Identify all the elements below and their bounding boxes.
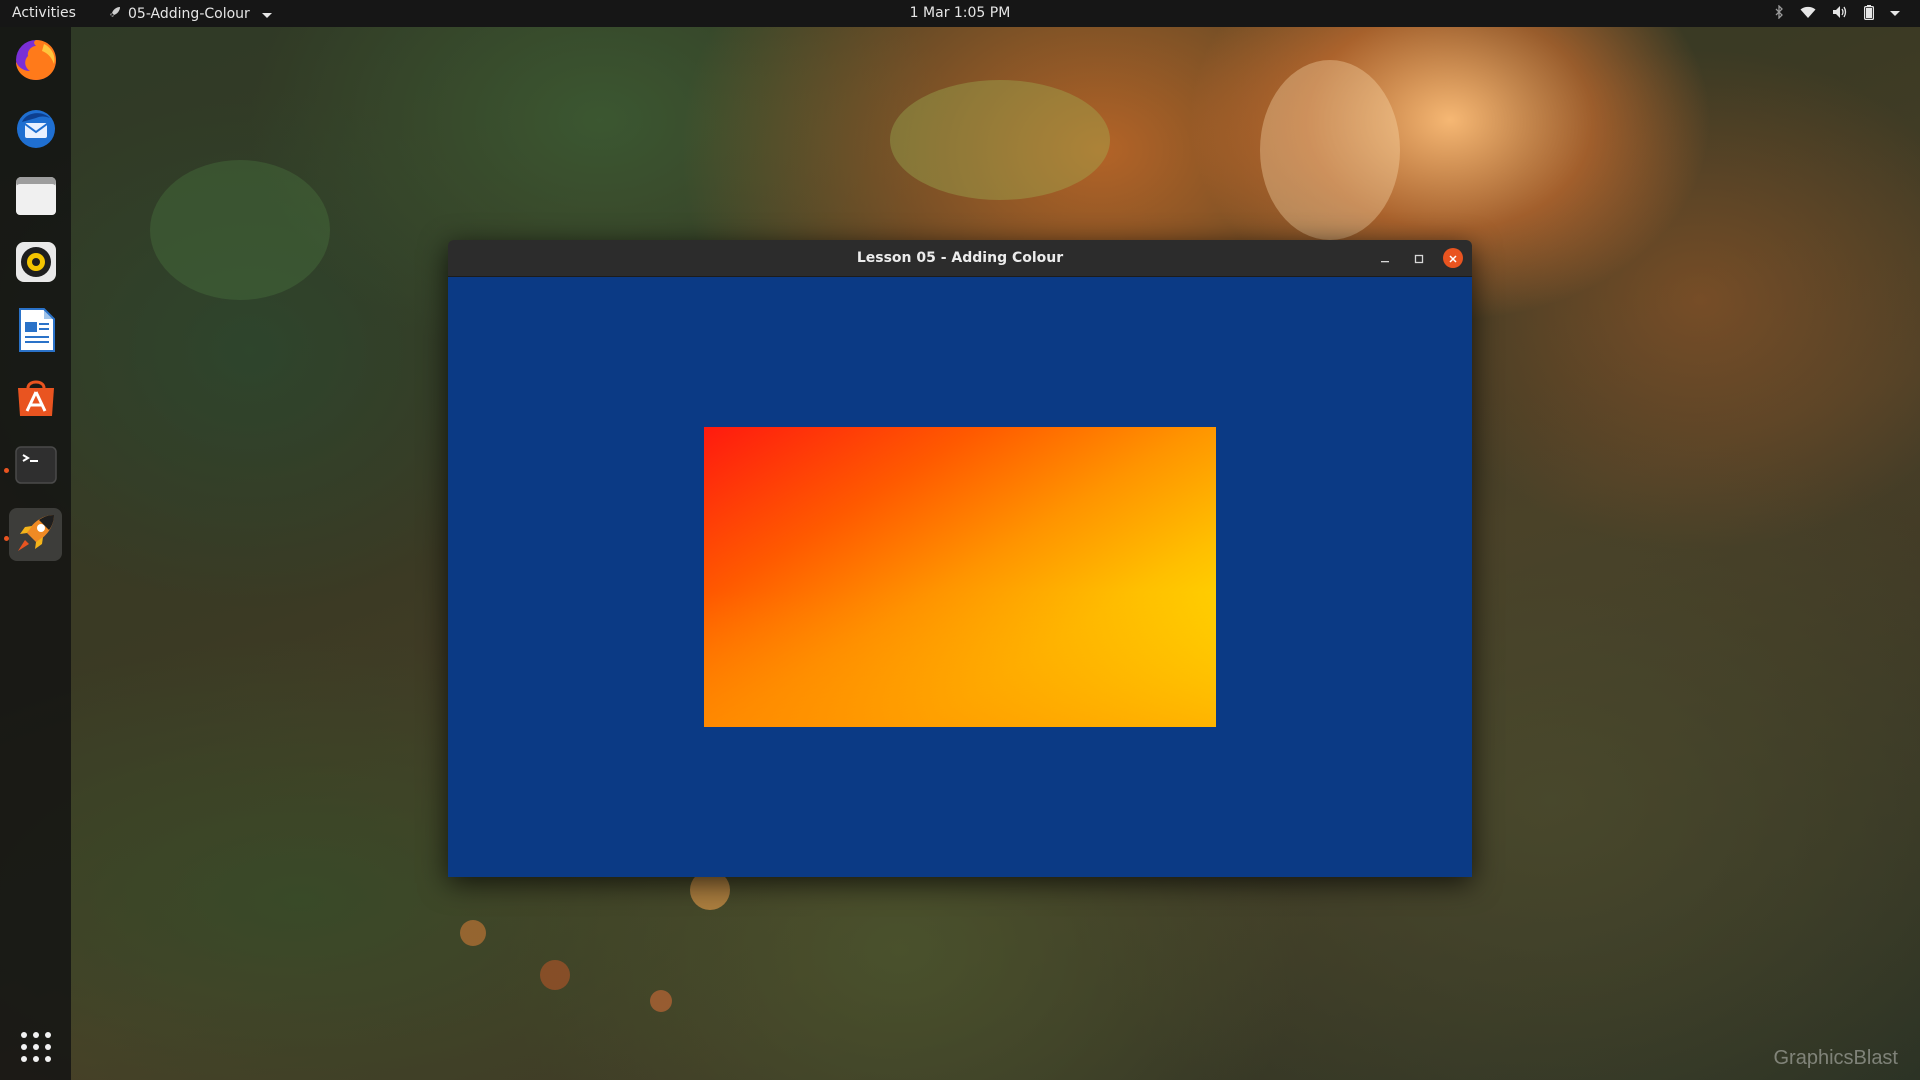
dock-item-thunderbird[interactable]: [9, 103, 62, 156]
system-tray[interactable]: [1774, 4, 1900, 20]
close-button[interactable]: [1443, 248, 1463, 268]
app-menu-label: 05-Adding-Colour: [128, 6, 250, 22]
wifi-icon[interactable]: [1800, 6, 1816, 19]
dock-item-terminal[interactable]: [9, 440, 62, 493]
clock[interactable]: 1 Mar 1:05 PM: [910, 5, 1011, 21]
window-title: Lesson 05 - Adding Colour: [856, 250, 1064, 266]
close-icon: [1448, 249, 1458, 268]
wallpaper-bokeh: [1260, 60, 1400, 240]
rhythmbox-icon: [13, 239, 59, 289]
minimize-button[interactable]: [1375, 248, 1395, 268]
system-menu-arrow-icon[interactable]: [1890, 4, 1900, 20]
files-icon: [13, 172, 59, 222]
rocket-icon: [12, 509, 60, 561]
show-applications-button[interactable]: [19, 1030, 53, 1064]
dock-item-rhythmbox[interactable]: [9, 237, 62, 290]
window-titlebar[interactable]: Lesson 05 - Adding Colour: [448, 240, 1472, 277]
wallpaper-bokeh: [150, 160, 330, 300]
dock-item-writer[interactable]: [9, 305, 62, 358]
wallpaper-bokeh: [460, 920, 486, 946]
rocket-icon: [108, 5, 122, 23]
thunderbird-icon: [12, 104, 60, 156]
wallpaper-bokeh: [540, 960, 570, 990]
colour-gradient-rectangle: [704, 427, 1216, 727]
app-window[interactable]: Lesson 05 - Adding Colour: [448, 240, 1472, 877]
minimize-icon: [1380, 249, 1390, 268]
firefox-icon: [12, 36, 60, 88]
activities-button[interactable]: Activities: [12, 5, 76, 21]
terminal-icon: [13, 442, 59, 492]
dock: [0, 27, 71, 1080]
wallpaper-bokeh: [890, 80, 1110, 200]
dock-item-adding-colour[interactable]: [9, 508, 62, 561]
battery-icon[interactable]: [1864, 4, 1874, 20]
dock-item-firefox[interactable]: [9, 35, 62, 88]
dock-item-files[interactable]: [9, 170, 62, 223]
app-menu[interactable]: 05-Adding-Colour: [108, 5, 272, 23]
dock-item-software[interactable]: [9, 372, 62, 425]
writer-icon: [14, 306, 58, 358]
wallpaper-bokeh: [650, 990, 672, 1012]
opengl-viewport[interactable]: [448, 277, 1472, 877]
watermark: GraphicsBlast: [1773, 1047, 1899, 1069]
software-icon: [13, 374, 59, 424]
bluetooth-icon[interactable]: [1774, 5, 1784, 19]
top-bar: Activities 05-Adding-Colour 1 Mar 1:05 P…: [0, 0, 1920, 27]
maximize-button[interactable]: [1409, 248, 1429, 268]
volume-icon[interactable]: [1832, 5, 1848, 19]
maximize-icon: [1414, 249, 1424, 268]
chevron-down-icon: [261, 12, 272, 18]
